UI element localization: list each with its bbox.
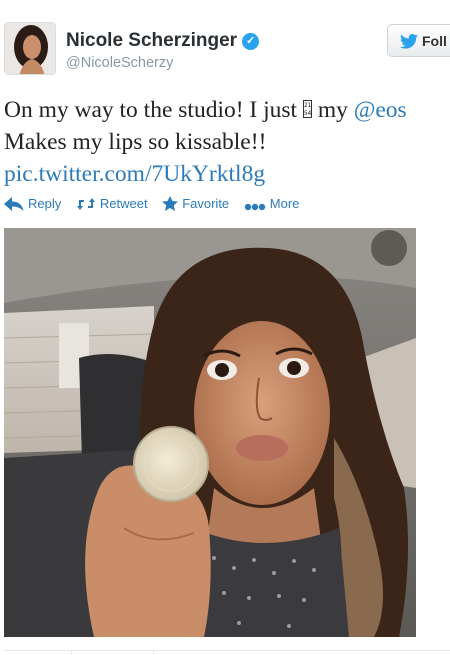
- tweet-line-2: Makes my lips so kissable!!: [4, 129, 267, 155]
- user-handle[interactable]: @NicoleScherzy: [66, 55, 173, 71]
- tweet-text-part-1: On my way to the studio! I just: [4, 97, 303, 123]
- favorite-label: Favorite: [182, 196, 230, 211]
- reply-icon: [4, 197, 24, 211]
- more-button[interactable]: More: [244, 196, 300, 211]
- divider-tick: [71, 650, 72, 655]
- tweet-line-1: On my way to the studio! I just 21 54 my …: [4, 94, 450, 126]
- reply-button[interactable]: Reply: [4, 196, 61, 211]
- tweet-photo[interactable]: [4, 228, 416, 637]
- verified-badge-icon: ✓: [242, 33, 260, 50]
- retweet-label: Retweet: [99, 196, 148, 211]
- more-label: More: [269, 196, 300, 211]
- tweet-text-part-2: my: [311, 97, 354, 123]
- retweet-icon: [76, 198, 95, 210]
- tweet-actions: Reply Retweet Favorite More: [4, 196, 310, 211]
- more-dots-icon: [244, 203, 265, 211]
- divider-tick: [153, 650, 154, 655]
- display-name[interactable]: Nicole Scherzinger ✓: [66, 30, 260, 52]
- missing-glyph-box: 21 54: [302, 100, 312, 118]
- display-name-text: Nicole Scherzinger: [66, 30, 238, 51]
- favorite-button[interactable]: Favorite: [162, 196, 229, 211]
- follow-button[interactable]: Foll: [387, 24, 450, 57]
- follow-label: Foll: [422, 33, 447, 49]
- twitter-bird-icon: [400, 34, 418, 49]
- mention-link[interactable]: @eos: [354, 97, 407, 123]
- tweet-text: On my way to the studio! I just 21 54 my …: [4, 94, 450, 190]
- reply-label: Reply: [28, 196, 62, 211]
- pic-link[interactable]: pic.twitter.com/7UkYrktl8g: [4, 161, 265, 187]
- avatar[interactable]: [4, 22, 56, 75]
- retweet-button[interactable]: Retweet: [76, 196, 148, 211]
- star-icon: [162, 196, 179, 211]
